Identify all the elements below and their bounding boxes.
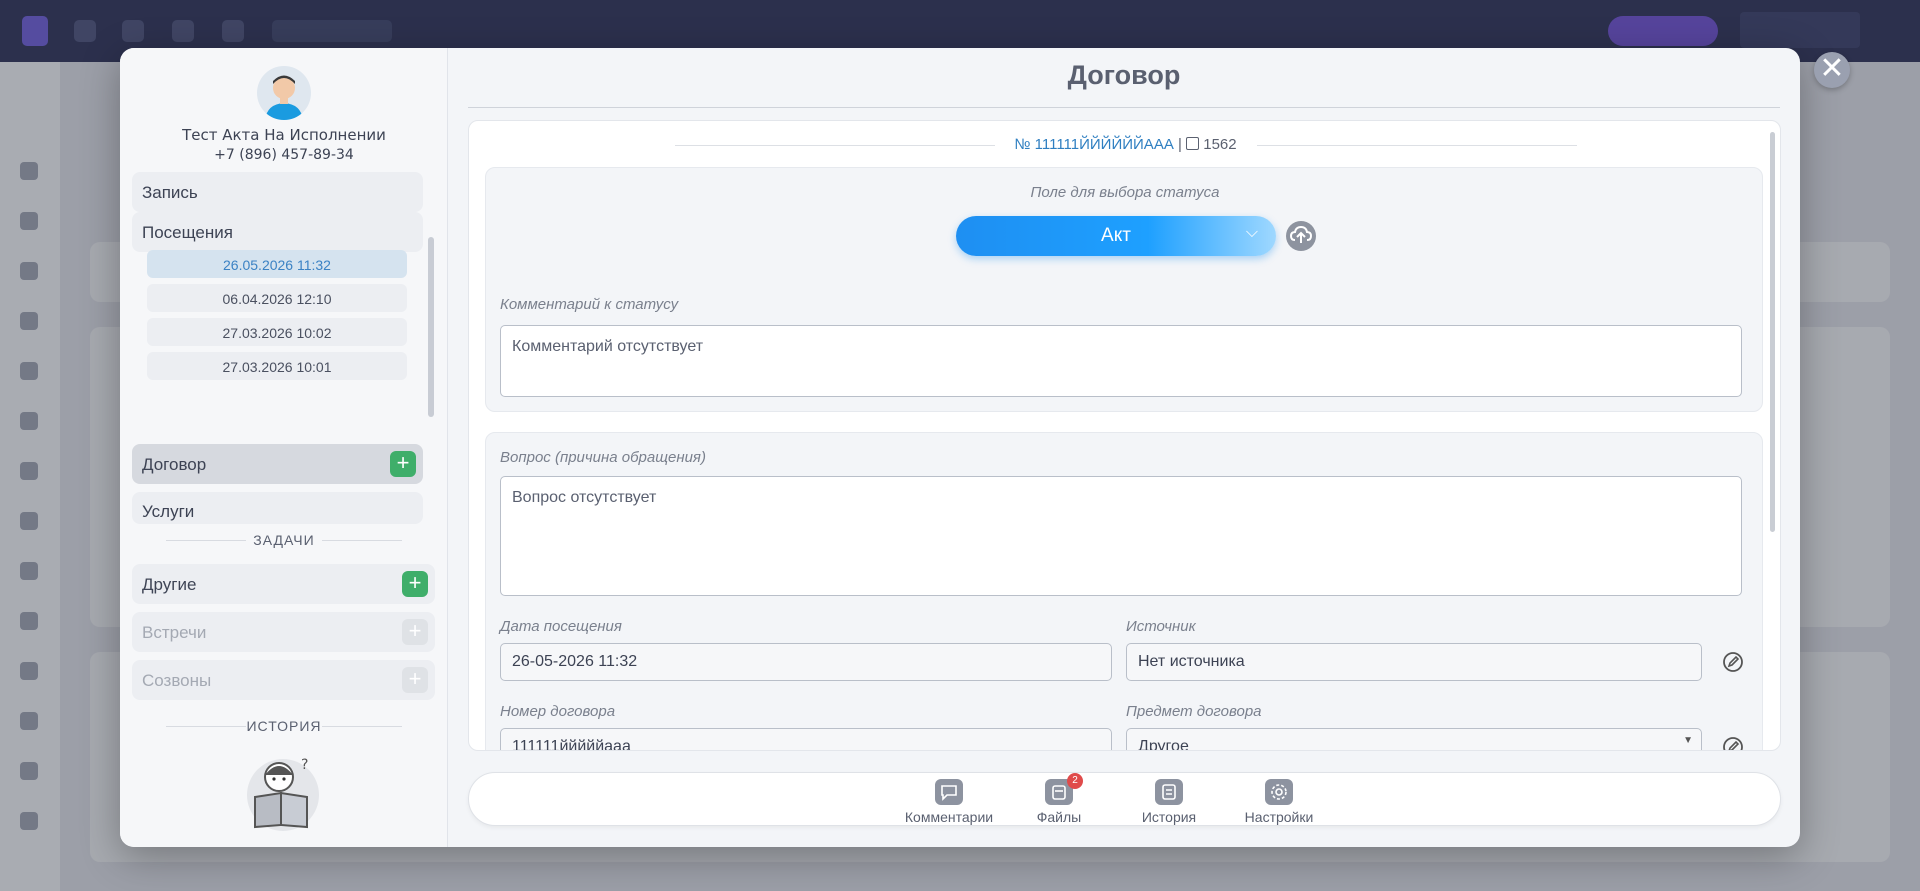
status-comment-label: Комментарий к статусу [500,296,679,313]
settings-icon [1265,779,1293,805]
divider [322,540,402,541]
close-icon[interactable]: ✕ [1814,52,1850,88]
task-calls[interactable]: Созвоны + [132,660,435,700]
contract-modal: Тест Акта На Исполнении +7 (896) 457-89-… [120,48,1800,847]
contract-number-label: Номер договора [500,703,616,720]
status-comment-field[interactable]: Комментарий отсутствует [500,325,1742,397]
status-label: Поле для выбора статуса [1030,184,1220,201]
status-block: Поле для выбора статуса Акт ⌵ Комментари… [485,167,1763,412]
bottom-toolbar: Комментарии 2 Файлы История Настройки [468,772,1781,826]
subject-label: Предмет договора [1126,703,1262,720]
divider [322,726,402,727]
history-icon [1155,779,1183,805]
nav-item-label: Посещения [142,223,233,242]
source-field[interactable]: Нет источника [1126,643,1702,681]
settings-button[interactable]: Настройки [1231,777,1327,825]
chevron-down-icon: ▼ [1683,735,1693,746]
comment-icon [935,779,963,805]
comments-button[interactable]: Комментарии [901,777,997,825]
contract-number-header: № 111111ЙЙЙЙЙЙААА | 1562 [469,136,1780,153]
history-button[interactable]: История [1121,777,1217,825]
visit-date-field[interactable]: 26-05-2026 11:32 [500,643,1112,681]
contract-form: № 111111ЙЙЙЙЙЙААА | 1562 Поле для выбора… [468,120,1781,751]
patient-phone: +7 (896) 457-89-34 [214,147,354,163]
question-block: Вопрос (причина обращения) Вопрос отсутс… [485,432,1763,751]
files-label: Файлы [1036,809,1082,825]
status-select[interactable]: Акт ⌵ [956,216,1276,256]
comments-label: Комментарии [904,809,994,825]
task-label: Другие [142,575,197,594]
settings-label: Настройки [1244,809,1314,825]
contract-id: 1562 [1203,136,1237,153]
visit-date-label: Дата посещения [500,618,622,635]
nav-item-label: Договор [142,455,207,474]
content-scrollbar[interactable] [1770,132,1775,532]
subject-select[interactable]: Другое ▼ [1126,728,1702,751]
upload-icon[interactable] [1286,221,1316,251]
contract-number-field[interactable]: 111111йййййаaa [500,728,1112,750]
nav-item-label: Запись [142,183,198,202]
nav-item-contract[interactable]: Договор + [132,444,423,484]
chevron-down-icon: ⌵ [1245,224,1258,241]
question-label: Вопрос (причина обращения) [500,449,706,466]
nav-item-record[interactable]: Запись [132,172,423,212]
edit-icon[interactable] [1722,736,1744,750]
add-meeting-button[interactable]: + [402,619,428,645]
contract-number[interactable]: № 111111ЙЙЙЙЙЙААА [1014,136,1173,153]
task-label: Созвоны [142,671,212,690]
source-label: Источник [1126,618,1196,635]
avatar [257,66,311,120]
task-meetings[interactable]: Встречи + [132,612,435,652]
add-call-button[interactable]: + [402,667,428,693]
patient-panel: Тест Акта На Исполнении +7 (896) 457-89-… [120,48,448,847]
patient-name: Тест Акта На Исполнении [182,126,386,144]
nav-item-visits[interactable]: Посещения [132,212,423,252]
visit-date-item[interactable]: 27.03.2026 10:01 [147,352,407,380]
visit-date-item[interactable]: 26.05.2026 11:32 [147,250,407,278]
add-task-other-button[interactable]: + [402,571,428,597]
add-contract-button[interactable]: + [390,451,416,477]
visit-date-item[interactable]: 06.04.2026 12:10 [147,284,407,312]
subject-value: Другое [1138,738,1189,751]
history-label: История [1141,809,1197,825]
divider [468,107,1780,108]
left-nav-scrollbar[interactable] [428,223,434,523]
question-field[interactable]: Вопрос отсутствует [500,476,1742,596]
nav-item-services[interactable]: Услуги [132,492,423,524]
id-icon [1186,137,1200,150]
task-label: Встречи [142,623,207,642]
nav-item-label: Услуги [142,502,195,521]
scrollbar-thumb[interactable] [428,237,434,417]
visit-date-item[interactable]: 27.03.2026 10:02 [147,318,407,346]
edit-icon[interactable] [1722,651,1744,673]
contract-id-separator: | [1178,136,1182,153]
reading-child-illustration: ? [243,753,323,833]
status-value: Акт [1101,225,1131,246]
svg-text:?: ? [301,757,308,773]
task-other[interactable]: Другие + [132,564,435,604]
page-title: Договор [1067,60,1181,90]
files-count-badge: 2 [1067,773,1083,789]
files-button[interactable]: 2 Файлы [1011,773,1107,825]
